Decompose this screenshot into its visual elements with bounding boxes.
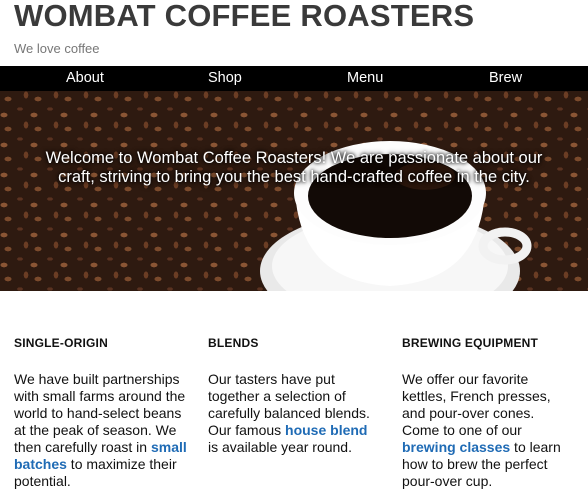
site-title[interactable]: WOMBAT COFFEE ROASTERS [14,0,574,31]
hero-banner: Welcome to Wombat Coffee Roasters! We ar… [0,91,588,291]
feature-heading: SINGLE-ORIGIN [14,336,108,350]
feature-heading: BREWING EQUIPMENT [402,336,539,350]
hero-welcome-text: Welcome to Wombat Coffee Roasters! We ar… [45,149,543,186]
feature-text: We offer our favorite kettles, French pr… [402,371,561,489]
coffee-cup-image [260,141,532,291]
nav-link-shop[interactable]: Shop [208,66,242,91]
house-blend-link[interactable]: house blend [285,422,367,438]
feature-brewing-equipment: BREWING EQUIPMENT We offer our favorite … [402,336,570,490]
feature-text: We have built partnerships with small fa… [14,371,187,489]
feature-heading: BLENDS [208,336,259,350]
main-nav: About Shop Menu Brew [0,66,588,91]
feature-text: Our tasters have put together a selectio… [208,371,370,455]
feature-single-origin: SINGLE-ORIGIN We have built partnerships… [14,336,190,490]
feature-blends: BLENDS Our tasters have put together a s… [208,336,376,456]
tagline: We love coffee [14,41,100,56]
brewing-classes-link[interactable]: brewing classes [402,439,510,455]
nav-link-menu[interactable]: Menu [347,66,383,91]
site-header: WOMBAT COFFEE ROASTERS We love coffee [14,0,574,56]
nav-link-brew[interactable]: Brew [489,66,522,91]
nav-link-about[interactable]: About [66,66,104,91]
